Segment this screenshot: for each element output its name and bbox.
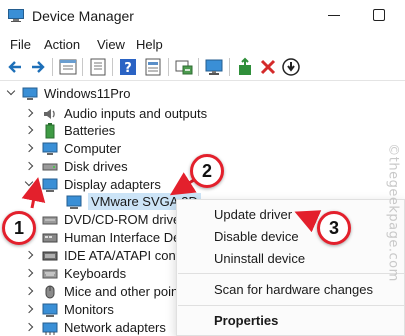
watermark: ©thegeekpage.com <box>383 92 403 332</box>
watermark-text: ©thegeekpage.com <box>385 142 401 282</box>
arrow-to-update-driver <box>294 210 322 233</box>
step-badge-3: 3 <box>317 211 351 245</box>
step-badge-1: 1 <box>2 211 36 245</box>
arrow-to-display-adapters <box>21 177 46 209</box>
step-badge-2: 2 <box>190 154 224 188</box>
